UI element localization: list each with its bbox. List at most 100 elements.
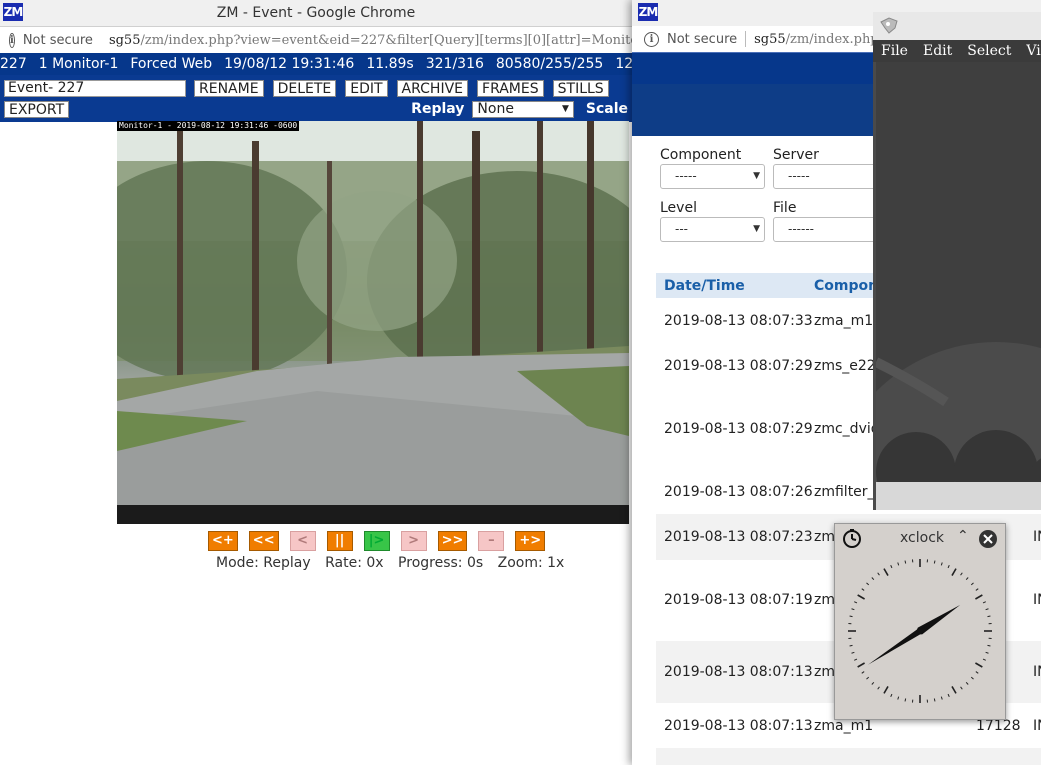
event-id: 227 — [0, 56, 27, 72]
address-separator — [745, 31, 747, 47]
menu-select[interactable]: Select — [967, 43, 1011, 59]
clock-tick — [871, 577, 875, 581]
clock-tick — [970, 676, 974, 680]
editor-titlebar[interactable] — [873, 12, 1041, 40]
clock-tick — [866, 676, 870, 680]
info-icon[interactable]: i — [9, 32, 15, 48]
clock-tick — [985, 608, 989, 611]
clock-tick — [883, 686, 889, 694]
next-event-button[interactable]: +> — [515, 531, 546, 551]
replay-select-value: None — [477, 101, 514, 117]
event-cause: Forced Web — [130, 56, 213, 72]
chevron-down-icon: ▼ — [753, 171, 760, 181]
stills-button[interactable]: STILLS — [552, 79, 609, 97]
zm-logo-icon: ZM — [638, 3, 658, 21]
menu-view[interactable]: View — [1026, 43, 1041, 59]
editor-menubar: File Edit Select View — [873, 40, 1041, 62]
export-button[interactable]: EXPORT — [4, 100, 70, 118]
event-toolbar: Event- 227 RENAME DELETE EDIT ARCHIVE FR… — [0, 75, 632, 122]
edit-button[interactable]: EDIT — [345, 79, 388, 97]
event-datetime: 19/08/12 19:31:46 — [224, 56, 355, 72]
component-header[interactable]: Compon — [814, 278, 878, 294]
menu-edit[interactable]: Edit — [923, 43, 952, 59]
datetime-header[interactable]: Date/Time — [664, 278, 745, 294]
editor-app-icon — [880, 17, 898, 34]
frames-button[interactable]: FRAMES — [477, 79, 544, 97]
clock-tick — [904, 560, 907, 564]
clock-tick — [861, 588, 865, 591]
window-titlebar[interactable]: ZM ZM - Event - Google Chrome — [0, 0, 632, 27]
event-video-player[interactable]: Monitor-1 - 2019-08-12 19:31:46 -0600 — [117, 121, 629, 524]
editor-canvas[interactable] — [876, 62, 1041, 482]
row-datetime: 2019-08-13 08:07:13 — [664, 718, 813, 734]
url-text[interactable]: sg55/zm/index.php?view=event&eid=227&fil… — [109, 33, 632, 48]
clock-tick — [985, 651, 989, 654]
event-size: 12.58MB — [615, 56, 632, 72]
clock-tick — [982, 658, 986, 661]
video-frame: Monitor-1 - 2019-08-12 19:31:46 -0600 — [117, 121, 629, 505]
file-select[interactable]: ------ — [773, 217, 883, 242]
table-row[interactable] — [656, 748, 1041, 765]
event-monitor[interactable]: 1 Monitor-1 — [39, 56, 119, 72]
file-label: File — [773, 200, 797, 216]
chevron-down-icon: ▼ — [753, 224, 760, 234]
event-name-input[interactable]: Event- 227 — [4, 79, 186, 97]
rewind-button[interactable]: << — [248, 531, 279, 551]
clock-tick — [940, 562, 943, 566]
video-timestamp-overlay: Monitor-1 - 2019-08-12 19:31:46 -0600 — [117, 121, 300, 131]
clock-tick — [854, 601, 858, 604]
clock-tick — [965, 577, 969, 581]
row-level: IN — [1033, 529, 1041, 545]
step-back-button[interactable]: < — [289, 531, 316, 551]
clock-tick — [960, 686, 963, 690]
level-label: Level — [660, 200, 697, 216]
level-select[interactable]: --- ▼ — [660, 217, 765, 242]
clock-tick — [890, 565, 893, 569]
step-forward-button[interactable]: > — [400, 531, 427, 551]
forest-scene-image — [117, 121, 629, 505]
replay-label: Replay — [411, 101, 465, 117]
window-title: ZM - Event - Google Chrome — [216, 5, 416, 21]
clock-tick — [933, 560, 936, 564]
clock-tick — [854, 658, 858, 661]
maximize-icon[interactable]: ⌃ — [957, 528, 969, 544]
fast-rewind-button[interactable]: <+ — [208, 531, 238, 551]
clock-tick — [947, 565, 950, 569]
play-button[interactable]: |> — [363, 531, 390, 551]
xclock-titlebar[interactable]: xclock ⌃ — [835, 524, 1005, 553]
server-select[interactable]: ----- — [773, 164, 883, 189]
address-bar[interactable]: i Not secure sg55/zm/index.php?view=even… — [0, 27, 632, 53]
info-icon[interactable]: i — [644, 31, 659, 47]
editor-statusbar — [876, 482, 1041, 510]
clock-tick — [897, 696, 900, 700]
fast-forward-button[interactable]: >> — [437, 531, 468, 551]
security-label: Not secure — [22, 32, 93, 48]
clock-tick — [851, 651, 855, 654]
close-icon[interactable] — [978, 529, 998, 549]
clock-tick — [965, 681, 969, 685]
server-label: Server — [773, 147, 819, 163]
archive-button[interactable]: ARCHIVE — [396, 79, 469, 97]
clock-tick — [851, 608, 855, 611]
clock-tick — [987, 644, 991, 647]
zoom-out-button[interactable]: – — [478, 531, 505, 551]
clock-tick — [975, 594, 983, 600]
row-component: zm — [814, 529, 835, 545]
row-datetime: 2019-08-13 08:07:29 — [664, 421, 813, 437]
event-frames[interactable]: 321/316 — [426, 56, 484, 72]
url-host: sg55 — [108, 32, 141, 48]
log-url-text[interactable]: sg55/zm/index.php — [754, 32, 879, 47]
clock-minute-hand — [868, 627, 926, 665]
menu-file[interactable]: File — [881, 43, 908, 59]
clock-tick — [975, 662, 983, 668]
mode-status: Mode: Replay — [216, 555, 311, 571]
pause-button[interactable]: || — [326, 531, 353, 551]
component-select[interactable]: ----- ▼ — [660, 164, 765, 189]
delete-button[interactable]: DELETE — [272, 79, 337, 97]
row-component: zma_m1 — [814, 718, 874, 734]
clock-tick — [970, 582, 974, 586]
event-stats-bar: 227 1 Monitor-1 Forced Web 19/08/12 19:3… — [0, 53, 632, 75]
rename-button[interactable]: RENAME — [194, 79, 264, 97]
graphics-editor-window: File Edit Select View — [873, 12, 1041, 510]
replay-select[interactable]: None ▼ — [472, 100, 574, 118]
